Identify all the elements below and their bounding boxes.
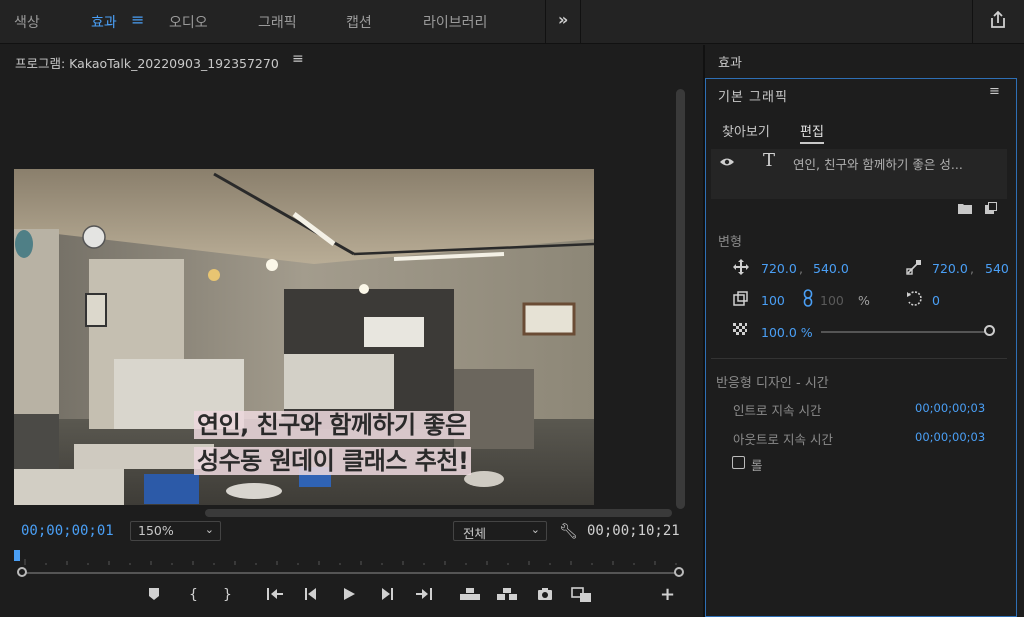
workspace-menu-icon[interactable]: ≡ [131,10,144,29]
transform-section-label: 변형 [718,235,742,250]
chevron-down-icon: ⌄ [204,523,214,536]
position-move-icon [733,259,749,279]
program-menu-icon[interactable]: ≡ [292,51,304,67]
program-monitor: 프로그램: KakaoTalk_20220903_192357270 ≡ 연인,… [0,45,703,617]
rotation-value[interactable]: 0 [932,293,940,308]
zoom-bar-start-handle[interactable] [17,567,27,577]
playback-resolution-value: 전체 [463,526,487,541]
tab-browse[interactable]: 찾아보기 [722,121,770,140]
anchor-point-icon [906,259,922,279]
zoom-level-value: 150% [138,523,174,538]
workspace-tab-graphics[interactable]: 그래픽 [258,12,297,32]
go-to-in-icon[interactable] [266,587,284,605]
scale-icon [733,291,748,310]
transport-controls: { } + [0,584,703,613]
share-export-icon[interactable] [988,10,1008,32]
intro-duration-value[interactable]: 00;00;00;03 [915,401,985,415]
scale-value[interactable]: 100 [761,293,785,308]
zoom-bar-track[interactable] [21,572,680,574]
intro-duration-label: 인트로 지속 시간 [733,403,822,418]
anchor-x-value[interactable]: 720.0 [932,261,968,276]
extract-icon[interactable] [496,587,518,605]
wrench-settings-icon[interactable]: 🔧︎ [559,522,578,540]
panel-title: 기본 그래픽 [718,90,788,105]
link-icon[interactable] [803,289,813,311]
zoom-bar-end-handle[interactable] [674,567,684,577]
tab-edit[interactable]: 편집 [800,121,824,144]
text-layer-name: 연인, 친구와 함께하기 좋은 성... [793,157,963,172]
duration-timecode: 00;00;10;21 [587,523,680,539]
workspace-tab-effects[interactable]: 효과 [91,12,117,32]
current-timecode[interactable]: 00;00;00;01 [21,523,114,539]
chevron-down-icon: ⌄ [530,523,540,536]
playback-resolution-select[interactable]: 전체 ⌄ [453,521,547,541]
more-workspaces-icon[interactable]: » [558,10,568,29]
comma-separator: , [970,261,974,276]
opacity-value[interactable]: 100.0 % [761,325,813,340]
divider [711,358,1007,359]
playhead[interactable] [14,550,20,561]
caption-line-2[interactable]: 성수동 원데이 클래스 추천! [194,441,594,476]
scale-linked-value: 100 [820,293,844,308]
new-layer-icon[interactable] [985,202,997,217]
folder-icon[interactable] [958,203,972,217]
caption-line-1[interactable]: 연인, 친구와 함께하기 좋은 [194,405,594,440]
essential-graphics-panel: 기본 그래픽 ≡ 찾아보기 편집 T 연인, 친구와 함께하기 좋은 성... … [705,78,1017,617]
video-frame[interactable]: 연인, 친구와 함께하기 좋은 성수동 원데이 클래스 추천! [14,169,594,505]
camera-export-frame-icon[interactable] [537,587,553,605]
effects-panel-tab[interactable]: 효과 [718,52,742,71]
responsive-time-section-label: 반응형 디자인 - 시간 [716,376,829,391]
add-marker-icon[interactable] [148,587,160,605]
mark-in-icon[interactable]: { [189,587,198,603]
add-button-icon[interactable]: + [660,584,675,605]
eye-visibility-icon[interactable] [719,155,735,171]
comma-separator: , [799,261,803,276]
zoom-level-select[interactable]: 150% ⌄ [130,521,221,541]
workspace-tab-audio[interactable]: 오디오 [169,12,208,32]
step-back-icon[interactable] [304,587,318,605]
workspace-tab-color[interactable]: 색상 [14,12,40,32]
opacity-slider-handle[interactable] [984,325,995,336]
go-to-out-icon[interactable] [415,587,433,605]
divider [545,0,546,44]
time-ruler[interactable] [17,551,684,577]
step-forward-icon[interactable] [380,587,394,605]
outro-duration-value[interactable]: 00;00;00;03 [915,430,985,444]
divider [580,0,581,44]
outro-duration-label: 아웃트로 지속 시간 [733,432,833,447]
roll-checkbox[interactable] [732,456,745,469]
anchor-y-value[interactable]: 540 [985,261,1009,276]
opacity-slider-track[interactable] [821,331,989,333]
roll-label: 롤 [751,458,763,473]
workspace-tab-libraries[interactable]: 라이브러리 [423,12,487,32]
ruler-ticks [24,559,677,565]
text-layer-icon: T [763,150,776,171]
program-title: 프로그램: KakaoTalk_20220903_192357270 [15,56,279,71]
scale-percent-unit: % [858,293,870,308]
rotation-icon [906,290,923,311]
position-x-value[interactable]: 720.0 [761,261,797,276]
panel-menu-icon[interactable]: ≡ [989,84,1000,99]
workspace-bar: 색상 효과 ≡ 오디오 그래픽 캡션 라이브러리 » [0,0,1024,44]
horizontal-scrollbar[interactable] [205,509,672,517]
lift-icon[interactable] [459,587,481,605]
position-y-value[interactable]: 540.0 [813,261,849,276]
mark-out-icon[interactable]: } [223,587,232,603]
vertical-scrollbar[interactable] [676,89,685,509]
text-layer-row[interactable]: T 연인, 친구와 함께하기 좋은 성... [711,149,1007,199]
workspace-tab-captions[interactable]: 캡션 [346,12,372,32]
play-icon[interactable] [342,587,356,605]
comparison-view-icon[interactable] [571,587,593,607]
opacity-checker-icon [733,323,747,341]
divider [972,0,973,44]
